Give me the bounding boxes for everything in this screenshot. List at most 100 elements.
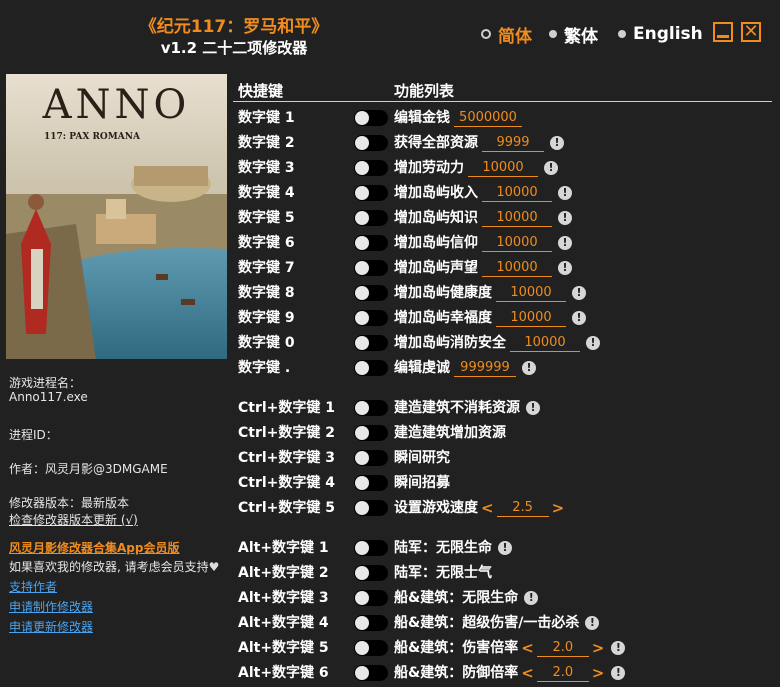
hotkey-label: 数字键 6: [238, 235, 295, 251]
hotkey-label: 数字键 2: [238, 135, 295, 151]
trainer-version-text: 修改器版本：最新版本: [9, 496, 130, 510]
value-input[interactable]: 2.0: [536, 640, 589, 657]
info-exclamation-icon[interactable]: !: [558, 261, 572, 275]
value-input[interactable]: 10000: [482, 235, 552, 252]
decrease-arrow-icon[interactable]: <: [521, 662, 534, 684]
decrease-arrow-icon[interactable]: <: [521, 637, 534, 659]
value-input[interactable]: 10000: [482, 210, 552, 227]
request-make-link[interactable]: 申请制作修改器: [9, 598, 93, 615]
lang-traditional-option[interactable]: 繁体: [549, 24, 598, 47]
value-input[interactable]: 10000: [482, 260, 552, 277]
cheat-toggle[interactable]: [354, 665, 388, 681]
hotkey-label: Alt+数字键 6: [238, 665, 329, 681]
decrease-arrow-icon[interactable]: <: [481, 497, 494, 519]
radio-icon: [549, 30, 557, 38]
minimize-icon: [717, 35, 729, 38]
value-input[interactable]: 5000000: [454, 110, 522, 127]
value-input[interactable]: 10000: [510, 335, 580, 352]
radio-selected-icon: [481, 29, 491, 39]
info-exclamation-icon[interactable]: !: [558, 186, 572, 200]
info-exclamation-icon[interactable]: !: [526, 401, 540, 415]
toggle-knob: [355, 591, 369, 605]
increase-arrow-icon[interactable]: >: [552, 497, 565, 519]
value-input[interactable]: 10000: [482, 185, 552, 202]
toggle-knob: [355, 161, 369, 175]
cheat-toggle[interactable]: [354, 135, 388, 151]
lang-simplified-option[interactable]: 简体: [481, 24, 532, 47]
cheat-toggle[interactable]: [354, 360, 388, 376]
function-label: 船&建筑：超级伤害/一击必杀: [394, 615, 580, 631]
function-label: 建造建筑增加资源: [394, 425, 506, 441]
info-exclamation-icon[interactable]: !: [572, 311, 586, 325]
hotkey-label: 数字键 7: [238, 260, 295, 276]
cheat-toggle[interactable]: [354, 475, 388, 491]
cheat-toggle[interactable]: [354, 500, 388, 516]
toggle-knob: [355, 111, 369, 125]
hotkey-label: 数字键 5: [238, 210, 295, 226]
info-exclamation-icon[interactable]: !: [572, 286, 586, 300]
value-input[interactable]: 9999: [482, 135, 544, 152]
info-exclamation-icon[interactable]: !: [611, 641, 626, 655]
info-exclamation-icon[interactable]: !: [550, 136, 564, 150]
function-cell: 船&建筑：无限生命!: [394, 587, 539, 609]
cheat-toggle[interactable]: [354, 185, 388, 201]
function-label: 陆军：无限士气: [394, 565, 492, 581]
cheat-toggle[interactable]: [354, 615, 388, 631]
info-exclamation-icon[interactable]: !: [524, 591, 539, 605]
increase-arrow-icon[interactable]: >: [592, 662, 605, 684]
function-cell: 陆军：无限士气: [394, 562, 492, 584]
info-exclamation-icon[interactable]: !: [585, 616, 600, 630]
value-input[interactable]: 2.5: [496, 500, 549, 517]
check-update-link[interactable]: 检查修改器版本更新 (√): [9, 511, 138, 528]
support-author-link[interactable]: 支持作者: [9, 578, 57, 595]
lang-english-option[interactable]: English: [618, 24, 703, 44]
cheat-toggle[interactable]: [354, 450, 388, 466]
toggle-knob: [355, 211, 369, 225]
cheat-toggle[interactable]: [354, 400, 388, 416]
toggle-knob: [355, 336, 369, 350]
toggle-knob: [355, 361, 369, 375]
cheat-toggle[interactable]: [354, 335, 388, 351]
info-exclamation-icon[interactable]: !: [558, 211, 572, 225]
info-exclamation-icon[interactable]: !: [544, 161, 558, 175]
process-name-value: Anno117.exe: [9, 390, 88, 404]
cheat-toggle[interactable]: [354, 160, 388, 176]
value-input[interactable]: 999999: [454, 360, 516, 377]
cheat-toggle[interactable]: [354, 210, 388, 226]
cheat-toggle[interactable]: [354, 590, 388, 606]
increase-arrow-icon[interactable]: >: [592, 637, 605, 659]
minimize-button[interactable]: [713, 22, 733, 42]
info-exclamation-icon[interactable]: !: [611, 666, 626, 680]
app-member-link[interactable]: 风灵月影修改器合集App会员版: [9, 539, 179, 556]
trainer-subtitle: v1.2 二十二项修改器: [160, 39, 308, 57]
close-button[interactable]: ✕: [741, 22, 761, 42]
cheat-toggle[interactable]: [354, 260, 388, 276]
info-exclamation-icon[interactable]: !: [586, 336, 600, 350]
value-input[interactable]: 10000: [496, 285, 566, 302]
cheat-toggle[interactable]: [354, 540, 388, 556]
toggle-knob: [355, 566, 369, 580]
value-input[interactable]: 10000: [496, 310, 566, 327]
hotkey-label: 数字键 9: [238, 310, 295, 326]
cheat-toggle[interactable]: [354, 425, 388, 441]
function-label: 船&建筑：防御倍率: [394, 665, 519, 681]
info-exclamation-icon[interactable]: !: [522, 361, 536, 375]
info-exclamation-icon[interactable]: !: [498, 541, 512, 555]
cheat-toggle[interactable]: [354, 110, 388, 126]
cheat-toggle[interactable]: [354, 310, 388, 326]
hotkey-label: 数字键 0: [238, 335, 295, 351]
function-cell: 增加岛屿消防安全 10000!: [394, 332, 600, 354]
hotkey-label: Ctrl+数字键 1: [238, 400, 336, 416]
value-input[interactable]: 10000: [468, 160, 538, 177]
hotkey-label: 数字键 1: [238, 110, 295, 126]
cheat-toggle[interactable]: [354, 285, 388, 301]
cheat-toggle[interactable]: [354, 565, 388, 581]
cheat-toggle[interactable]: [354, 640, 388, 656]
function-label: 增加岛屿健康度: [394, 285, 492, 301]
cheat-toggle[interactable]: [354, 235, 388, 251]
function-cell: 陆军：无限生命!: [394, 537, 512, 559]
info-exclamation-icon[interactable]: !: [558, 236, 572, 250]
request-update-link[interactable]: 申请更新修改器: [9, 618, 93, 635]
toggle-knob: [355, 136, 369, 150]
value-input[interactable]: 2.0: [536, 665, 589, 682]
